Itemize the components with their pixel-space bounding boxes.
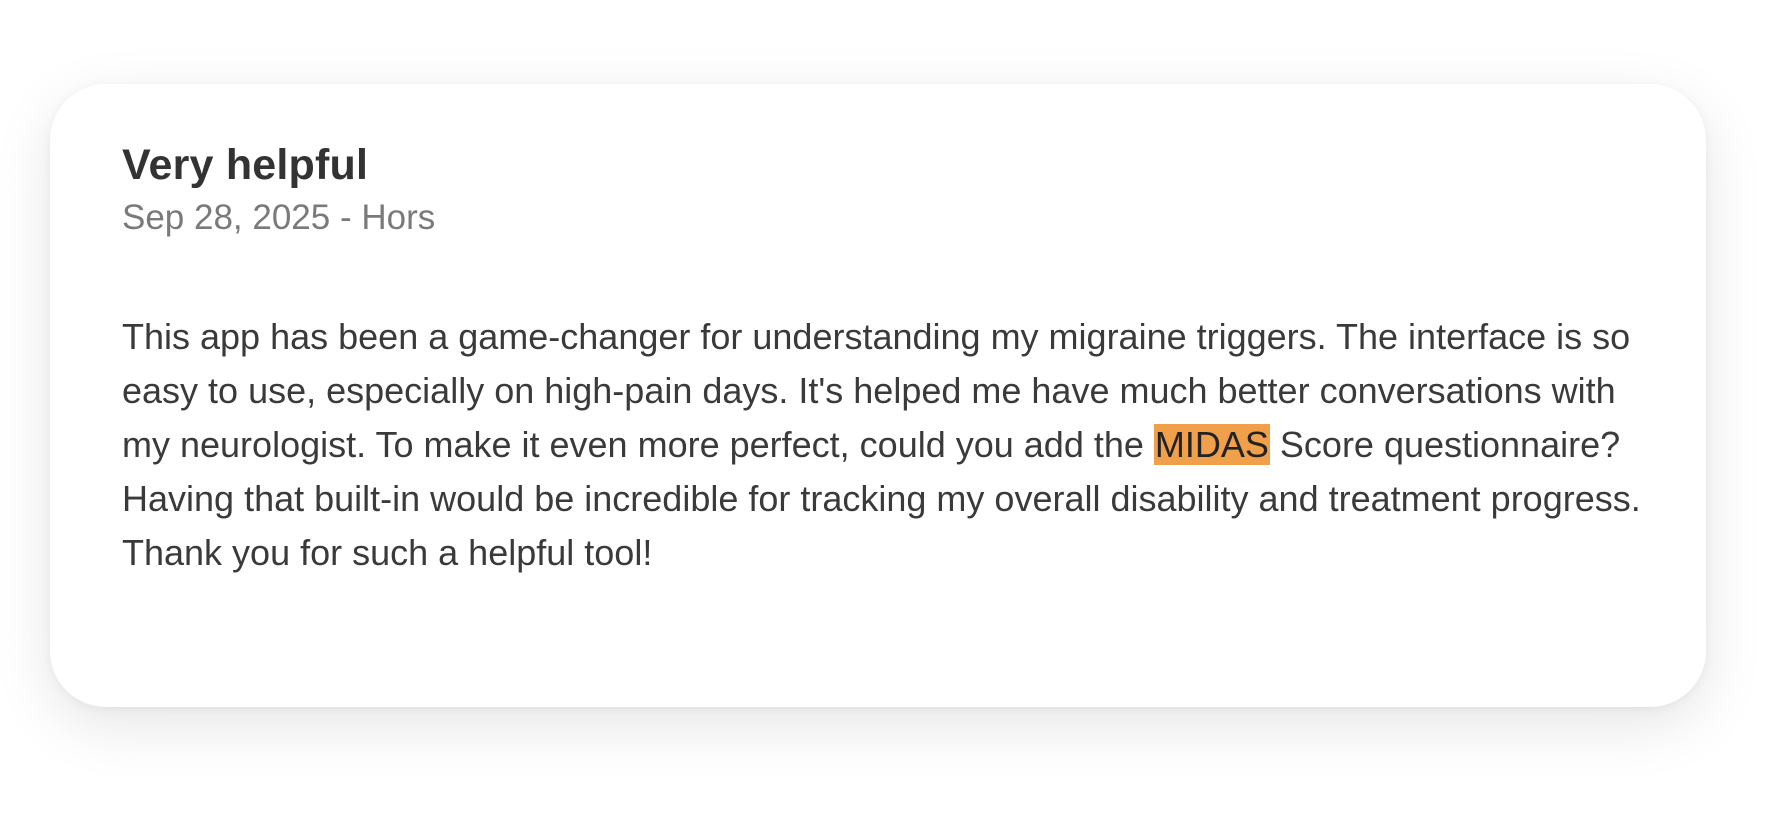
meta-separator: - [339, 198, 352, 237]
review-author: Hors [361, 198, 436, 237]
review-title: Very helpful [122, 141, 369, 189]
review-meta: Sep 28, 2025 - Hors [122, 196, 1634, 240]
review-date: Sep 28, 2025 [122, 198, 331, 237]
highlighted-term: MIDAS [1153, 424, 1270, 465]
review-body: This app has been a game-changer for und… [122, 310, 1642, 580]
review-card: Very helpful Sep 28, 2025 - Hors This ap… [50, 84, 1706, 707]
